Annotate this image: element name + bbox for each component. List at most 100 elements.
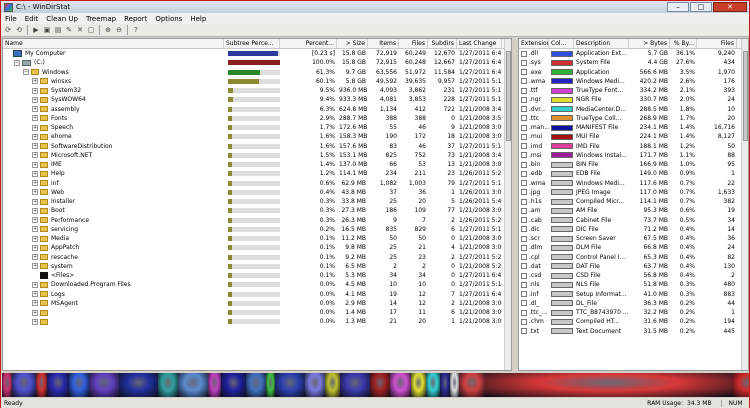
tree-col-7[interactable]: Last Change [457,39,502,48]
tree-row[interactable]: + Logs 0.0% 4.1 MB 19 12 7 1/27/2011 6:47:46 [3,290,511,299]
expand-toggle-icon[interactable]: + [32,217,38,224]
tree-col-6[interactable]: Subdirs [428,39,457,48]
expand-toggle-icon[interactable]: + [32,96,38,103]
treemap-block[interactable] [36,373,47,397]
expand-toggle-icon[interactable]: + [32,235,38,242]
tree-row[interactable]: + Performance 0.3% 26.3 MB 9 7 2 1/26/2011 5:23… [3,216,511,225]
treemap-block[interactable] [390,373,411,397]
tree-row[interactable]: + Installer 0.3% 33.8 MB 25 20 5 1/26/2011 5:49… [3,197,511,206]
tree-row[interactable]: My Computer [0.23 s] 15.8 GB 72,919 60,249 12… [3,49,511,58]
expand-toggle-icon[interactable]: + [32,254,38,261]
menu-edit[interactable]: Edit [21,15,43,23]
extension-row[interactable]: .jpg JPEG Image 117.0 MB 0.7% 1,633 [519,188,748,197]
list-icon[interactable]: ▤ [53,25,63,35]
treemap-block[interactable] [731,373,749,397]
extension-row[interactable]: .dll Application Ext... 5.7 GB 36.1% 9,240 [519,49,748,58]
expand-toggle-icon[interactable]: + [32,124,38,131]
expand-toggle-icon[interactable]: + [32,115,38,122]
treemap-block[interactable] [450,373,460,397]
extension-row[interactable]: .sys System File 4.4 GB 27.6% 434 [519,58,748,67]
extension-row[interactable]: .dat DAT File 63.7 MB 0.4% 130 [519,262,748,271]
expand-toggle-icon[interactable]: + [32,87,38,94]
tree-row[interactable]: − Windows 61.3% 9.7 GB 63,556 51,972 11,584 1/2… [3,68,511,77]
treemap-block[interactable] [340,373,371,397]
tree-row[interactable]: + SoftwareDistribution 1.6% 157.6 MB 83 46 37 1… [3,142,511,151]
extension-row[interactable]: .mui MUI File 224.1 MB 1.4% 8,127 [519,132,748,141]
extension-col-1[interactable]: Col... [549,39,574,48]
extension-row[interactable]: .ttf TrueType Font... 334.2 MB 2.1% 393 [519,86,748,95]
tree-col-5[interactable]: Files [399,39,428,48]
minimize-button[interactable]: – [667,2,689,12]
menu-report[interactable]: Report [120,15,151,23]
edit-icon[interactable]: ✎ [64,25,74,35]
extension-row[interactable]: .csd CSD File 56.8 MB 0.4% 2 [519,271,748,280]
tree-row[interactable]: +0.0% 1.3 MB 21 20 1 1/21/2008 3:09:00 [3,317,511,326]
expand-toggle-icon[interactable]: + [32,189,38,196]
tree-row[interactable]: + Help 1.2% 114.1 MB 234 211 23 1/26/2011 5:21:… [3,169,511,178]
tree-row[interactable]: + servicing 0.2% 16.5 MB 835 829 6 1/27/2011 5:… [3,225,511,234]
tree-col-3[interactable]: > Size [337,39,368,48]
extension-row[interactable]: .dlm DLM File 66.8 MB 0.4% 24 [519,243,748,252]
expand-toggle-icon[interactable]: + [32,318,38,325]
treemap-block[interactable] [275,373,306,397]
extension-scrollbar[interactable] [741,39,748,370]
tree-row[interactable]: + SysWOW64 9.4% 933.3 MB 4,081 3,853 228 1/27/2… [3,95,511,104]
expand-toggle-icon[interactable]: + [32,198,38,205]
tree-row[interactable]: + Speech 1.7% 172.6 MB 55 46 9 1/21/2008 3:09:0… [3,123,511,132]
directory-tree-pane[interactable]: Name Subtree Perce... Percent... > Size Item… [2,38,512,371]
expand-toggle-icon[interactable]: + [32,244,38,251]
extension-col-4[interactable]: % By... [670,39,697,48]
tree-row[interactable]: + AppPatch 0.1% 9.8 MB 25 21 4 1/21/2008 3:09:0… [3,243,511,252]
tree-scroll-thumb[interactable] [506,51,511,141]
treemap-block[interactable] [485,373,732,397]
treemap-block[interactable] [265,373,276,397]
treemap-block[interactable] [459,373,486,397]
treemap-view[interactable] [2,373,749,397]
refresh-icon[interactable]: ⟳ [3,25,13,35]
expand-toggle-icon[interactable]: + [32,226,38,233]
tree-row[interactable]: + System32 9.5% 936.0 MB 4,093 3,862 231 1/27/2… [3,86,511,95]
extension-row[interactable]: .ngr NGR File 330.7 MB 2.0% 24 [519,95,748,104]
tree-row[interactable]: + Boot 0.3% 27.3 MB 186 109 77 1/21/2008 3:09:0… [3,206,511,215]
help-icon[interactable]: ? [131,25,141,35]
tree-row[interactable]: − (C:) 100.0% 15.8 GB 72,915 60,248 12,667 1/27… [3,58,511,67]
extension-row[interactable]: .dvr... MediaCenter.D... 288.5 MB 1.8% 10 [519,105,748,114]
tree-col-0[interactable]: Name [3,39,224,48]
extension-row[interactable]: .ttc_... TTC_B8743970 ... 32.2 MB 0.2% 1 [519,308,748,317]
treemap-block[interactable] [2,373,12,397]
extension-row[interactable]: .wma Windows Medi... 117.6 MB 0.7% 22 [519,179,748,188]
treemap-block[interactable] [158,373,179,397]
extension-col-3[interactable]: > Bytes [629,39,670,48]
expand-toggle-icon[interactable]: + [32,281,38,288]
tree-row[interactable]: + system 0.1% 6.5 MB 2 2 0 1/21/2008 5:26:00 [3,262,511,271]
extension-col-2[interactable]: Description [574,39,629,48]
extension-row[interactable]: .inf Setup Informat... 41.0 MB 0.3% 883 [519,290,748,299]
treemap-block[interactable] [178,373,209,397]
expand-toggle-icon[interactable]: − [23,69,29,76]
treemap-block[interactable] [118,373,159,397]
tree-row[interactable]: <Files> 0.1% 5.3 MB 34 34 0 1/27/2011 6:47:46 [3,271,511,280]
tree-col-1[interactable]: Subtree Perce... [224,39,280,48]
extension-row[interactable]: .am AM File 95.3 MB 0.6% 19 [519,206,748,215]
close-button[interactable]: ✕ [713,2,747,12]
treemap-block[interactable] [11,373,37,397]
tree-row[interactable]: + MSAgent 0.0% 2.9 MB 14 12 2 1/21/2008 3:08:50 [3,299,511,308]
tree-col-2[interactable]: Percent... [280,39,337,48]
treemap-block[interactable] [370,373,391,397]
play-icon[interactable]: ▶ [31,25,41,35]
tree-row[interactable]: + rescache 0.1% 9.2 MB 25 23 2 1/27/2011 5:23:0… [3,253,511,262]
tree-row[interactable]: + Media 0.1% 11.2 MB 50 50 0 1/21/2008 3:09:00 [3,234,511,243]
extension-row[interactable]: .man... MANIFEST File 234.1 MB 1.4% 16,716 [519,123,748,132]
expand-toggle-icon[interactable]: + [32,207,38,214]
treemap-block[interactable] [88,373,119,397]
treemap-block[interactable] [440,373,451,397]
expand-toggle-icon[interactable]: + [32,133,38,140]
maximize-button[interactable]: □ [690,2,712,12]
tree-row[interactable]: + assembly 6.3% 624.8 MB 1,134 412 722 1/21/200… [3,105,511,114]
tree-row[interactable]: + Web 0.4% 43.8 MB 37 36 1 1/26/2011 3:07:00 [3,188,511,197]
menu-options[interactable]: Options [151,15,186,23]
menu-clean-up[interactable]: Clean Up [42,15,82,23]
extension-row[interactable]: .cpl Control Panel I... 65.3 MB 0.4% 82 [519,253,748,262]
extension-row[interactable]: .imd IMD File 188.1 MB 1.2% 50 [519,142,748,151]
menu-treemap[interactable]: Treemap [82,15,120,23]
